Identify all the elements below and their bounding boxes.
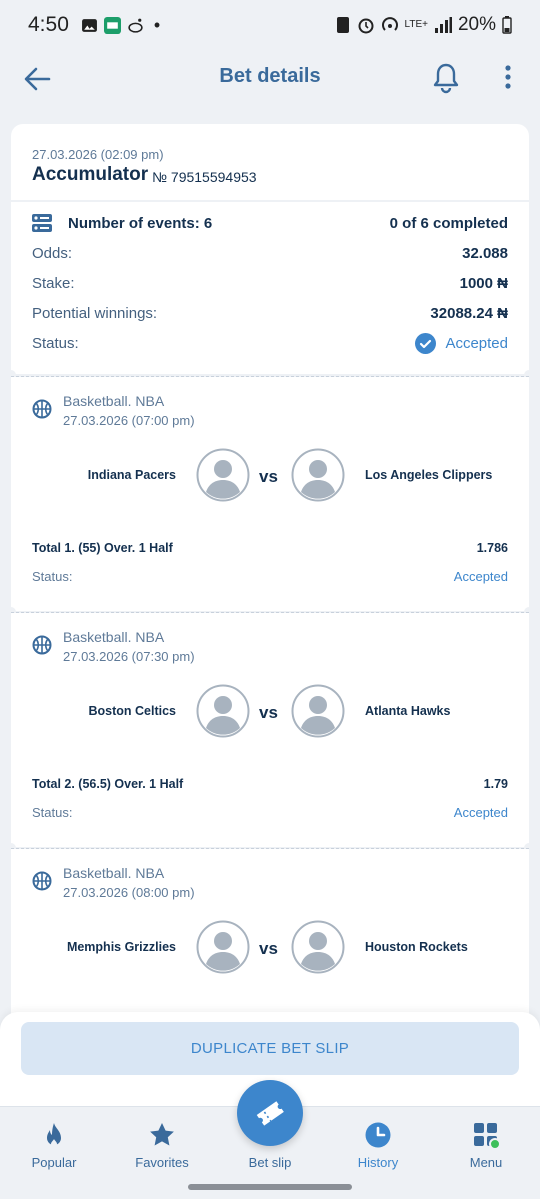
- bet-number: № 79515594953: [152, 169, 257, 185]
- home-team-avatar-icon: [196, 684, 250, 738]
- away-team-avatar-icon: [291, 920, 345, 974]
- check-circle-icon: [415, 332, 437, 354]
- duplicate-bet-slip-button[interactable]: DUPLICATE BET SLIP: [21, 1022, 519, 1075]
- nav-favorites-label: Favorites: [135, 1155, 189, 1170]
- phone-lock-icon: [336, 17, 349, 33]
- event-status-value: Accepted: [453, 805, 508, 820]
- odds-label: Odds:: [32, 244, 73, 262]
- market-odds: 1.786: [476, 541, 508, 555]
- nav-bet-slip-label: Bet slip: [248, 1155, 292, 1170]
- notification-dot-icon: •: [153, 14, 161, 35]
- home-team-name: Indiana Pacers: [87, 468, 176, 482]
- app-notification-icon: [103, 16, 121, 34]
- nav-history[interactable]: History: [324, 1107, 432, 1183]
- status-label: Status:: [32, 334, 79, 352]
- basketball-icon: [32, 871, 52, 891]
- flame-icon: [47, 1123, 61, 1147]
- versus-label: vs: [259, 467, 278, 486]
- battery-percent: 20%: [457, 14, 496, 35]
- bet-slip-fab[interactable]: [237, 1080, 303, 1146]
- home-team-avatar-icon: [196, 448, 250, 502]
- nav-popular[interactable]: Popular: [0, 1107, 108, 1183]
- odds-value: 32.088: [462, 244, 508, 262]
- nav-menu-label: Menu: [469, 1155, 503, 1170]
- status-time: 4:50: [28, 13, 69, 36]
- basketball-icon: [32, 399, 52, 419]
- events-count-label: Number of events: 6: [68, 214, 213, 232]
- star-icon: [150, 1123, 174, 1146]
- basketball-icon: [32, 635, 52, 655]
- reddit-icon: [128, 18, 143, 33]
- event-date: 27.03.2026 (08:00 pm): [63, 885, 195, 900]
- bet-summary-card: Number of events: 6 0 of 6 completed Odd…: [11, 202, 529, 380]
- stake-value: 1000 ₦: [459, 274, 508, 292]
- market-odds: 1.79: [483, 777, 508, 791]
- event-status-value: Accepted: [453, 569, 508, 584]
- completed-count: 0 of 6 completed: [389, 214, 508, 232]
- winnings-label: Potential winnings:: [32, 304, 158, 322]
- bet-date: 27.03.2026 (02:09 pm): [32, 147, 164, 162]
- status-right: LTE+ 20%: [335, 14, 512, 36]
- bell-icon[interactable]: [431, 62, 461, 94]
- hotspot-icon: [381, 17, 398, 31]
- away-team-name: Los Angeles Clippers: [365, 468, 493, 482]
- nav-menu[interactable]: Menu: [432, 1107, 540, 1183]
- event-league: Basketball. NBA: [63, 629, 165, 645]
- nav-history-label: History: [357, 1155, 399, 1170]
- more-vert-icon[interactable]: [498, 63, 518, 93]
- stake-label: Stake:: [32, 274, 75, 292]
- event-league: Basketball. NBA: [63, 865, 165, 881]
- away-team-avatar-icon: [291, 684, 345, 738]
- status-bar: 4:50 • LTE+ 20%: [0, 0, 540, 50]
- grid-menu-icon: [474, 1123, 500, 1149]
- battery-icon: [502, 16, 512, 34]
- away-team-name: Atlanta Hawks: [365, 704, 451, 718]
- event-status-label: Status:: [32, 805, 73, 820]
- events-list-icon: [32, 214, 52, 232]
- status-value: Accepted: [445, 334, 508, 352]
- winnings-row: Potential winnings: 32088.24 ₦: [32, 301, 508, 325]
- stake-row: Stake: 1000 ₦: [32, 271, 508, 295]
- home-team-avatar-icon: [196, 920, 250, 974]
- events-count-row: Number of events: 6 0 of 6 completed: [32, 211, 508, 235]
- event-date: 27.03.2026 (07:00 pm): [63, 413, 195, 428]
- bet-header-card: 27.03.2026 (02:09 pm) Accumulator № 7951…: [11, 124, 529, 210]
- status-row: Status: Accepted: [32, 331, 508, 355]
- market-name: Total 1. (55) Over. 1 Half: [32, 541, 173, 555]
- alarm-icon: [358, 18, 374, 34]
- app-bar: Bet details: [0, 50, 540, 114]
- signal-icon: [434, 17, 452, 33]
- bet-details-content[interactable]: 27.03.2026 (02:09 pm) Accumulator № 7951…: [11, 124, 529, 1024]
- clock-icon: [365, 1122, 391, 1148]
- event-date: 27.03.2026 (07:30 pm): [63, 649, 195, 664]
- back-arrow-icon[interactable]: [22, 64, 52, 94]
- gallery-icon: [81, 18, 97, 32]
- bet-type: Accumulator: [32, 164, 149, 185]
- away-team-name: Houston Rockets: [365, 940, 468, 954]
- versus-label: vs: [259, 939, 278, 958]
- home-team-name: Memphis Grizzlies: [66, 940, 176, 954]
- event-league: Basketball. NBA: [63, 393, 165, 409]
- event-card[interactable]: Basketball. NBA 27.03.2026 (08:00 pm) Me…: [11, 849, 529, 1024]
- event-card[interactable]: Basketball. NBA 27.03.2026 (07:00 pm) In…: [11, 377, 529, 617]
- away-team-avatar-icon: [291, 448, 345, 502]
- winnings-value: 32088.24 ₦: [430, 304, 508, 322]
- versus-label: vs: [259, 703, 278, 722]
- event-status-label: Status:: [32, 569, 73, 584]
- status-value-wrap: Accepted: [415, 332, 508, 354]
- market-name: Total 2. (56.5) Over. 1 Half: [32, 777, 184, 791]
- home-team-name: Boston Celtics: [88, 704, 176, 718]
- nav-favorites[interactable]: Favorites: [108, 1107, 216, 1183]
- gesture-handle[interactable]: [188, 1184, 352, 1190]
- event-card[interactable]: Basketball. NBA 27.03.2026 (07:30 pm) Bo…: [11, 613, 529, 853]
- odds-row: Odds: 32.088: [32, 241, 508, 265]
- nav-popular-label: Popular: [31, 1155, 77, 1170]
- network-type: LTE+: [404, 19, 428, 30]
- ticket-icon: [256, 1101, 284, 1126]
